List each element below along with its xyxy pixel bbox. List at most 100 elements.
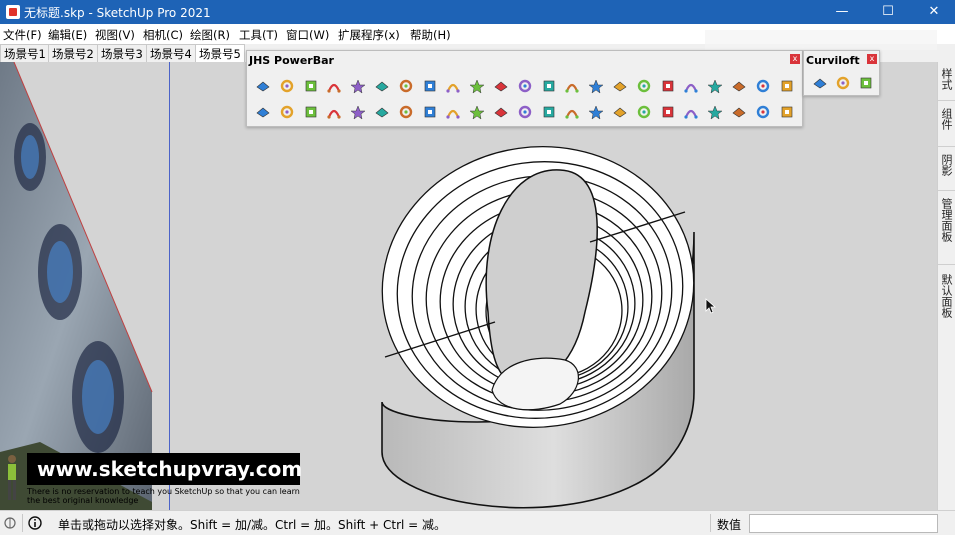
- random-icon[interactable]: [538, 101, 560, 123]
- split-icon[interactable]: [538, 75, 560, 97]
- tray-tab-styles[interactable]: 样式: [940, 68, 954, 90]
- blue-axis-line: [169, 62, 170, 510]
- flag-icon[interactable]: [514, 75, 536, 97]
- cross-blue-icon[interactable]: [704, 75, 726, 97]
- status-divider: [710, 514, 711, 532]
- powerbar-close-icon[interactable]: x: [790, 54, 800, 64]
- measurements-input[interactable]: [749, 514, 938, 533]
- scale-icon[interactable]: [466, 101, 488, 123]
- scene-tabs: 场景号1 场景号2 场景号3 场景号4 场景号5: [0, 44, 246, 62]
- axes-icon[interactable]: [347, 101, 369, 123]
- close-button[interactable]: ✕: [911, 0, 955, 24]
- box-icon[interactable]: [371, 101, 393, 123]
- ring-model[interactable]: [360, 122, 720, 510]
- scene-tab-5[interactable]: 场景号5: [195, 44, 245, 62]
- grid-square-icon[interactable]: [776, 101, 798, 123]
- cross-red-icon[interactable]: [657, 75, 679, 97]
- tile-orange-icon[interactable]: [704, 101, 726, 123]
- person-figure-icon: [8, 455, 16, 500]
- powerbar-title: JHS PowerBar: [249, 54, 334, 67]
- scene-tab-1[interactable]: 场景号1: [0, 44, 50, 62]
- tray-tab-default[interactable]: 默认面板: [940, 274, 954, 318]
- extrude-blue-icon[interactable]: [276, 75, 298, 97]
- sketchup-window: 无标题.skp - SketchUp Pro 2021 — ☐ ✕ 文件(F) …: [0, 0, 955, 535]
- menu-help[interactable]: 帮助(H): [410, 27, 451, 43]
- menu-file[interactable]: 文件(F): [3, 27, 42, 43]
- loop-red-icon[interactable]: [395, 101, 417, 123]
- maximize-button[interactable]: ☐: [865, 0, 911, 24]
- dotted-arc-icon[interactable]: [752, 101, 774, 123]
- curve-brown-icon[interactable]: [300, 101, 322, 123]
- scene-tab-4[interactable]: 场景号4: [146, 44, 196, 62]
- bend-icon[interactable]: [419, 75, 441, 97]
- jhs-powerbar-toolbar: JHS PowerBar x: [246, 50, 803, 127]
- tray-divider: [938, 146, 955, 147]
- menu-tools[interactable]: 工具(T): [239, 27, 278, 43]
- menu-view[interactable]: 视图(V): [95, 27, 135, 43]
- explode-green-icon[interactable]: [419, 101, 441, 123]
- red-square-icon[interactable]: [466, 75, 488, 97]
- layers-green-icon[interactable]: [633, 101, 655, 123]
- menu-extensions[interactable]: 扩展程序(x): [338, 27, 400, 43]
- tile-orange-icon[interactable]: [657, 101, 679, 123]
- measurements-label: 数值: [717, 518, 742, 532]
- drawing-viewport[interactable]: www.sketchupvray.com There is no reserva…: [0, 62, 937, 510]
- dotted-curve-blue-icon[interactable]: [633, 75, 655, 97]
- status-divider: [22, 514, 23, 532]
- delete-x-icon[interactable]: [728, 101, 750, 123]
- default-tray: 样式 组件 阴影 管理面板 默认面板: [937, 62, 955, 510]
- watermark-caption: There is no reservation to teach you Ske…: [27, 487, 300, 505]
- group-icon[interactable]: [490, 101, 512, 123]
- geolocation-icon[interactable]: [4, 517, 16, 529]
- mouse-cursor-icon: [705, 298, 717, 314]
- layers-icon[interactable]: [585, 101, 607, 123]
- tray-tab-manage[interactable]: 管理面板: [940, 198, 954, 242]
- faded-dialog: [705, 30, 937, 50]
- menu-window[interactable]: 窗口(W): [286, 27, 329, 43]
- tray-divider: [938, 264, 955, 265]
- warning-triangle-icon[interactable]: [252, 101, 274, 123]
- window-title: 无标题.skp - SketchUp Pro 2021: [24, 6, 211, 20]
- twist-icon[interactable]: [442, 75, 464, 97]
- menu-camera[interactable]: 相机(C): [143, 27, 183, 43]
- face-outline-icon[interactable]: [371, 75, 393, 97]
- rotate-orange-icon[interactable]: [395, 75, 417, 97]
- face-green-icon[interactable]: [323, 75, 345, 97]
- tile-orange-icon[interactable]: [680, 101, 702, 123]
- tray-divider: [938, 190, 955, 191]
- cone-icon[interactable]: [752, 75, 774, 97]
- array-icon[interactable]: [442, 101, 464, 123]
- info-icon[interactable]: [28, 516, 42, 530]
- rectangle-icon[interactable]: [490, 75, 512, 97]
- rotate-blue-icon[interactable]: [323, 101, 345, 123]
- join-icon[interactable]: [561, 75, 583, 97]
- cone-green-icon[interactable]: [776, 75, 798, 97]
- tray-tab-components[interactable]: 组件: [940, 108, 954, 130]
- menu-draw[interactable]: 绘图(R): [190, 27, 230, 43]
- watermark: www.sketchupvray.com There is no reserva…: [27, 453, 302, 509]
- minimize-button[interactable]: —: [819, 0, 865, 24]
- section-icon[interactable]: [561, 101, 583, 123]
- tray-divider: [938, 100, 955, 101]
- curviloft-toolbar: Curviloft x: [803, 50, 880, 96]
- status-hint: 单击或拖动以选择对象。Shift = 加/减。Ctrl = 加。Shift + …: [58, 518, 447, 532]
- scene-tab-2[interactable]: 场景号2: [48, 44, 98, 62]
- tray-tab-shadows[interactable]: 阴影: [940, 154, 954, 176]
- cross-green-icon[interactable]: [680, 75, 702, 97]
- loft-path-icon[interactable]: [832, 72, 854, 94]
- dotted-curve-red-icon[interactable]: [609, 75, 631, 97]
- layers-red-icon[interactable]: [609, 101, 631, 123]
- grid-dots-icon[interactable]: [728, 75, 750, 97]
- arc-icon[interactable]: [585, 75, 607, 97]
- image-plane: [0, 62, 153, 510]
- menu-edit[interactable]: 编辑(E): [48, 27, 87, 43]
- scene-tab-3[interactable]: 场景号3: [97, 44, 147, 62]
- face-red-icon[interactable]: [347, 75, 369, 97]
- loft-skin-icon[interactable]: [855, 72, 877, 94]
- face-yellow-icon[interactable]: [300, 75, 322, 97]
- loft-shield-icon[interactable]: [809, 72, 831, 94]
- diamond-icon[interactable]: [514, 101, 536, 123]
- push-pull-blue-icon[interactable]: [252, 75, 274, 97]
- curve-orange-icon[interactable]: [276, 101, 298, 123]
- curviloft-close-icon[interactable]: x: [867, 54, 877, 64]
